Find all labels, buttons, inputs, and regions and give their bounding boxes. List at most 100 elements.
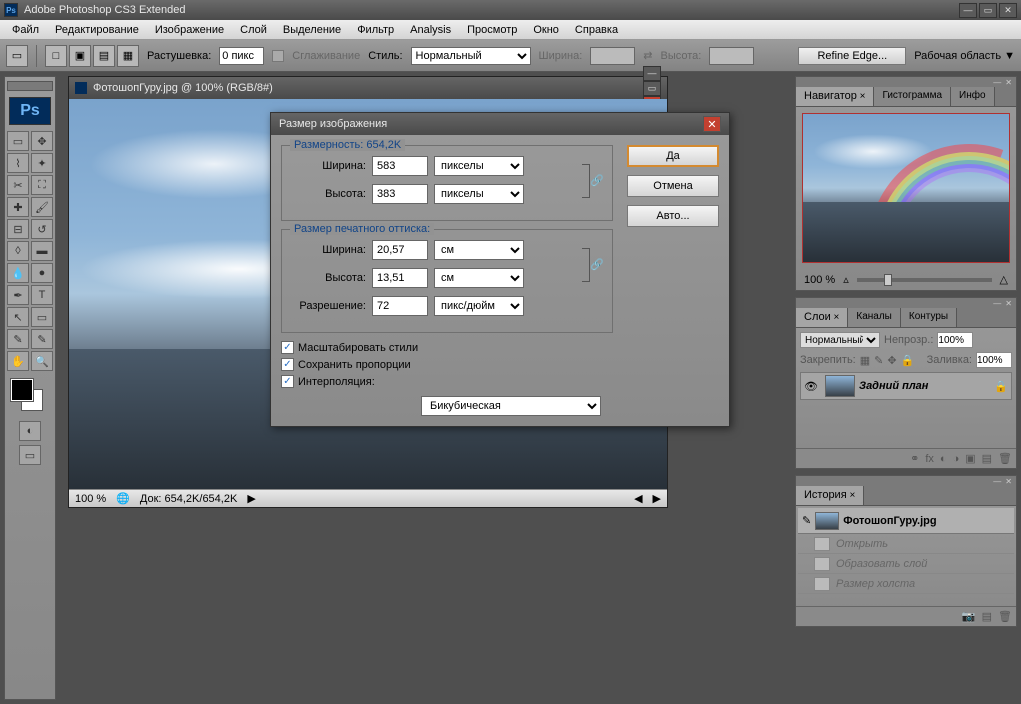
menu-view[interactable]: Просмотр xyxy=(459,22,525,38)
auto-button[interactable]: Авто... xyxy=(627,205,719,227)
path-tool[interactable]: ↖ xyxy=(7,307,29,327)
px-width-input[interactable] xyxy=(372,156,428,176)
panel-min-icon[interactable]: — xyxy=(993,78,1001,87)
print-link-icon[interactable]: 🔗 xyxy=(590,258,604,271)
history-item[interactable]: Открыть xyxy=(798,534,1014,554)
layer-visibility-icon[interactable]: 👁 xyxy=(801,380,821,393)
menu-file[interactable]: Файл xyxy=(4,22,47,38)
heal-tool[interactable]: ✚ xyxy=(7,197,29,217)
menu-filter[interactable]: Фильтр xyxy=(349,22,402,38)
print-width-input[interactable] xyxy=(372,240,428,260)
type-tool[interactable]: T xyxy=(31,285,53,305)
ok-button[interactable]: Да xyxy=(627,145,719,167)
style-select[interactable]: Нормальный xyxy=(411,47,531,65)
zoom-tool[interactable]: 🔍 xyxy=(31,351,53,371)
print-height-input[interactable] xyxy=(372,268,428,288)
px-width-unit[interactable]: пикселы xyxy=(434,156,524,176)
marquee-tool[interactable]: ▭ xyxy=(7,131,29,151)
menu-help[interactable]: Справка xyxy=(567,22,626,38)
document-titlebar[interactable]: ФотошопГуру.jpg @ 100% (RGB/8#) — ▭ ✕ xyxy=(69,77,667,99)
close-button[interactable]: ✕ xyxy=(999,3,1017,18)
resolution-unit[interactable]: пикс/дюйм xyxy=(434,296,524,316)
doc-minimize-button[interactable]: — xyxy=(643,66,661,81)
opacity-input[interactable] xyxy=(937,332,973,348)
layer-row[interactable]: 👁 Задний план 🔒 xyxy=(800,372,1012,400)
delete-layer-icon[interactable]: 🗑 xyxy=(998,452,1012,465)
snapshot-icon[interactable]: 📷 xyxy=(962,610,976,623)
toolbox-grip[interactable] xyxy=(7,81,53,91)
lock-move-icon[interactable]: ✥ xyxy=(887,354,896,367)
new-layer-icon[interactable]: ▤ xyxy=(982,452,992,465)
zoom-slider[interactable] xyxy=(857,278,992,282)
selection-add-icon[interactable]: ▣ xyxy=(69,45,91,67)
selection-subtract-icon[interactable]: ▤ xyxy=(93,45,115,67)
cancel-button[interactable]: Отмена xyxy=(627,175,719,197)
layer-thumbnail[interactable] xyxy=(825,375,855,397)
zoom-in-icon[interactable]: △ xyxy=(1000,273,1008,286)
move-tool[interactable]: ✥ xyxy=(31,131,53,151)
fill-input[interactable] xyxy=(976,352,1012,368)
slice-tool[interactable]: ⛶ xyxy=(31,175,53,195)
quickmask-button[interactable]: ◐ xyxy=(19,421,41,441)
link-icon[interactable]: 🔗 xyxy=(590,174,604,187)
tab-histogram[interactable]: Гистограмма xyxy=(874,87,951,106)
zoom-out-icon[interactable]: ▵ xyxy=(843,273,849,286)
notes-tool[interactable]: ✎ xyxy=(7,329,29,349)
tool-preset-icon[interactable]: ▭ xyxy=(6,45,28,67)
dialog-close-button[interactable]: ✕ xyxy=(703,116,721,132)
tab-channels[interactable]: Каналы xyxy=(848,308,901,327)
tab-layers[interactable]: Слои × xyxy=(796,308,848,327)
menu-analysis[interactable]: Analysis xyxy=(402,22,459,38)
group-icon[interactable]: ▣ xyxy=(965,452,975,465)
resample-checkbox[interactable]: ✓ xyxy=(281,375,294,388)
gradient-tool[interactable]: ▬ xyxy=(31,241,53,261)
blur-tool[interactable]: 💧 xyxy=(7,263,29,283)
panel-close-icon[interactable]: ✕ xyxy=(1005,78,1012,87)
menu-select[interactable]: Выделение xyxy=(275,22,349,38)
new-state-icon[interactable]: ▤ xyxy=(982,610,992,623)
constrain-checkbox[interactable]: ✓ xyxy=(281,358,294,371)
history-source[interactable]: ✎ ФотошопГуру.jpg xyxy=(798,508,1014,534)
brush-tool[interactable]: 🖌 xyxy=(31,197,53,217)
scale-styles-checkbox[interactable]: ✓ xyxy=(281,341,294,354)
px-height-unit[interactable]: пикселы xyxy=(434,184,524,204)
pen-tool[interactable]: ✒ xyxy=(7,285,29,305)
lock-brush-icon[interactable]: ✎ xyxy=(874,354,883,367)
navigator-preview[interactable] xyxy=(802,113,1010,263)
print-width-unit[interactable]: см xyxy=(434,240,524,260)
workspace-label[interactable]: Рабочая область ▼ xyxy=(914,50,1015,62)
resolution-input[interactable] xyxy=(372,296,428,316)
menu-layer[interactable]: Слой xyxy=(232,22,275,38)
link-layers-icon[interactable]: ⚭ xyxy=(910,452,919,465)
print-height-unit[interactable]: см xyxy=(434,268,524,288)
menu-edit[interactable]: Редактирование xyxy=(47,22,147,38)
layer-fx-icon[interactable]: fx xyxy=(925,453,934,465)
wand-tool[interactable]: ✦ xyxy=(31,153,53,173)
feather-input[interactable] xyxy=(219,47,264,65)
shape-tool[interactable]: ▭ xyxy=(31,307,53,327)
layer-name[interactable]: Задний план xyxy=(859,380,991,392)
selection-new-icon[interactable]: □ xyxy=(45,45,67,67)
stamp-tool[interactable]: ⊟ xyxy=(7,219,29,239)
hand-tool[interactable]: ✋ xyxy=(7,351,29,371)
tab-history[interactable]: История × xyxy=(796,486,864,505)
lock-pixels-icon[interactable]: ▦ xyxy=(860,354,870,367)
history-brush-tool[interactable]: ↺ xyxy=(31,219,53,239)
dialog-titlebar[interactable]: Размер изображения ✕ xyxy=(271,113,729,135)
history-item[interactable]: Образовать слой xyxy=(798,554,1014,574)
delete-state-icon[interactable]: 🗑 xyxy=(998,610,1012,623)
doc-maximize-button[interactable]: ▭ xyxy=(643,81,661,96)
antialias-checkbox[interactable] xyxy=(272,50,284,62)
doc-zoom[interactable]: 100 % xyxy=(75,493,106,505)
nav-zoom-value[interactable]: 100 % xyxy=(804,274,835,286)
menu-window[interactable]: Окно xyxy=(525,22,567,38)
lock-all-icon[interactable]: 🔒 xyxy=(901,354,915,367)
eyedropper-tool[interactable]: ✎ xyxy=(31,329,53,349)
px-height-input[interactable] xyxy=(372,184,428,204)
blend-mode-select[interactable]: Нормальный xyxy=(800,332,880,348)
foreground-color-swatch[interactable] xyxy=(11,379,33,401)
selection-intersect-icon[interactable]: ▦ xyxy=(117,45,139,67)
adjustment-icon[interactable]: ◑ xyxy=(953,453,960,465)
tab-info[interactable]: Инфо xyxy=(951,87,995,106)
resample-method-select[interactable]: Бикубическая xyxy=(421,396,601,416)
